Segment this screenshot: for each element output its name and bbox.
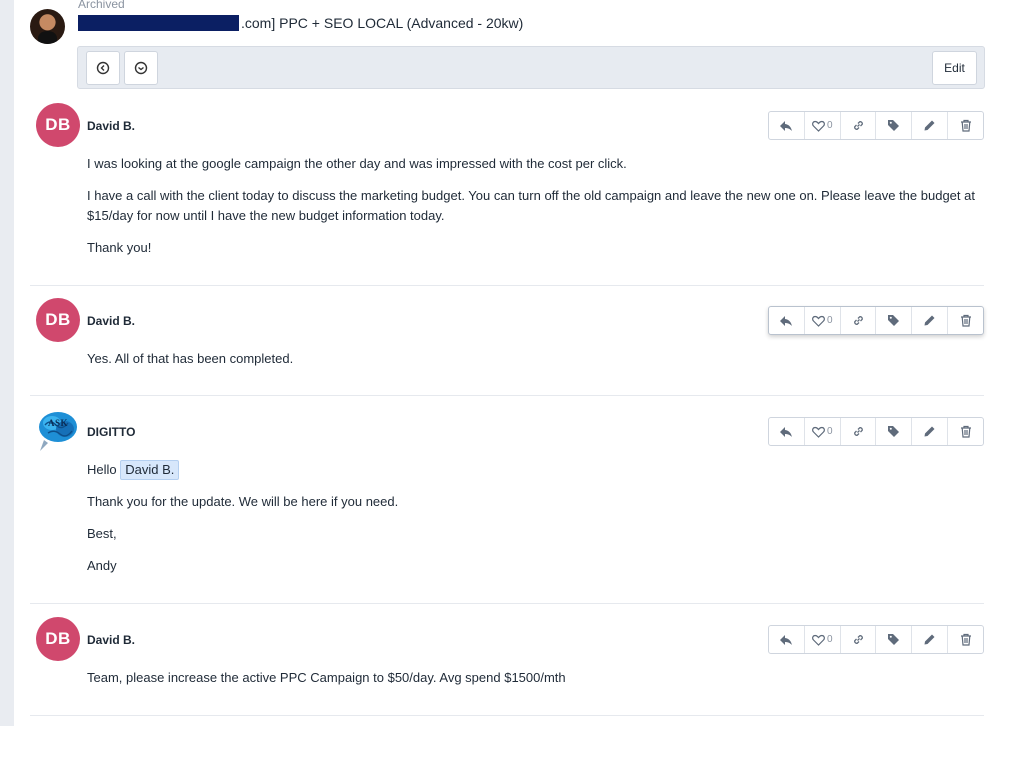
collapse-button[interactable]	[124, 51, 158, 85]
user-mention[interactable]: David B.	[120, 460, 180, 480]
edit-message-button[interactable]	[912, 418, 949, 445]
link-button[interactable]	[841, 418, 877, 445]
link-icon	[853, 635, 863, 644]
trash-icon	[960, 425, 971, 438]
message-author: David B.	[87, 314, 136, 328]
archived-label: Archived	[78, 0, 125, 11]
minus-circle-icon	[134, 61, 148, 75]
like-count: 0	[826, 634, 833, 645]
like-button[interactable]: 0	[805, 307, 841, 334]
tag-icon	[888, 426, 900, 437]
message-paragraph: Best,	[87, 526, 117, 541]
message-author: David B.	[87, 119, 136, 133]
like-button[interactable]: 0	[805, 418, 841, 445]
reply-button[interactable]	[769, 307, 805, 334]
reply-icon	[780, 426, 793, 437]
message-body: Team, please increase the active PPC Cam…	[87, 668, 984, 700]
conversation-title-text: .com] PPC + SEO LOCAL (Advanced - 20kw)	[241, 15, 524, 31]
delete-button[interactable]	[948, 307, 983, 334]
like-count: 0	[826, 315, 833, 326]
edit-message-button[interactable]	[912, 307, 949, 334]
greeting-text: Hello	[87, 462, 117, 477]
pencil-icon	[924, 120, 935, 131]
message-item: ASK DIGITTO 0 Hello David B. Thank you f…	[30, 407, 984, 604]
link-button[interactable]	[841, 626, 877, 653]
reply-button[interactable]	[769, 112, 805, 139]
message-actions: 0	[768, 111, 984, 140]
avatar: DB	[36, 103, 80, 147]
tag-button[interactable]	[876, 112, 913, 139]
message-paragraph: I was looking at the google campaign the…	[87, 156, 627, 171]
message-body: Hello David B. Thank you for the update.…	[87, 460, 984, 588]
message-paragraph: Thank you for the update. We will be her…	[87, 494, 399, 509]
message-author: David B.	[87, 633, 136, 647]
pencil-icon	[924, 634, 935, 645]
edit-button[interactable]: Edit	[932, 51, 977, 85]
message-item: DB David B. 0 Yes. All of that has been …	[30, 296, 984, 396]
link-button[interactable]	[841, 112, 877, 139]
delete-button[interactable]	[948, 418, 983, 445]
reply-icon	[780, 315, 793, 326]
reply-button[interactable]	[769, 626, 805, 653]
delete-button[interactable]	[948, 112, 983, 139]
brain-logo-icon: ASK	[39, 412, 77, 451]
message-item: DB David B. 0 I was looking at the googl…	[30, 101, 984, 286]
conversation-toolbar: Edit	[77, 46, 985, 89]
trash-icon	[960, 633, 971, 646]
tag-icon	[888, 120, 900, 131]
reply-icon	[780, 634, 793, 645]
redaction-bar	[78, 15, 239, 31]
link-icon	[853, 427, 863, 436]
logo-text: ASK	[48, 418, 68, 428]
like-count: 0	[826, 426, 833, 437]
tag-button[interactable]	[876, 626, 913, 653]
message-actions: 0	[768, 417, 984, 446]
delete-button[interactable]	[948, 626, 983, 653]
message-paragraph: I have a call with the client today to d…	[87, 188, 975, 223]
trash-icon	[960, 314, 971, 327]
pencil-icon	[924, 426, 935, 437]
tag-button[interactable]	[876, 307, 913, 334]
link-button[interactable]	[841, 307, 877, 334]
like-button[interactable]: 0	[805, 112, 841, 139]
message-body: Yes. All of that has been completed.	[87, 349, 984, 381]
edit-message-button[interactable]	[912, 112, 949, 139]
like-count: 0	[826, 120, 833, 131]
trash-icon	[960, 119, 971, 132]
conversation-title: .com] PPC + SEO LOCAL (Advanced - 20kw)	[78, 14, 523, 32]
company-logo: ASK	[36, 409, 80, 453]
heart-icon	[812, 315, 825, 327]
tag-button[interactable]	[876, 418, 913, 445]
message-item: DB David B. 0 Team, please increase the …	[30, 615, 984, 716]
message-paragraph: Yes. All of that has been completed.	[87, 351, 294, 366]
message-actions: 0	[768, 625, 984, 654]
pencil-icon	[924, 315, 935, 326]
reply-icon	[780, 120, 793, 131]
heart-icon	[812, 634, 825, 646]
link-icon	[853, 121, 863, 130]
owner-avatar	[30, 9, 65, 44]
back-button[interactable]	[86, 51, 120, 85]
avatar: DB	[36, 617, 80, 661]
avatar: DB	[36, 298, 80, 342]
link-icon	[853, 316, 863, 325]
message-paragraph: Hello David B.	[87, 460, 984, 480]
conversation-panel: Archived .com] PPC + SEO LOCAL (Advanced…	[14, 0, 1024, 766]
heart-icon	[812, 426, 825, 438]
arrow-left-circle-icon	[96, 61, 110, 75]
message-paragraph: Team, please increase the active PPC Cam…	[87, 670, 566, 685]
heart-icon	[812, 120, 825, 132]
message-author: DIGITTO	[87, 425, 136, 439]
tag-icon	[888, 315, 900, 326]
like-button[interactable]: 0	[805, 626, 841, 653]
reply-button[interactable]	[769, 418, 805, 445]
message-actions: 0	[768, 306, 984, 335]
edit-message-button[interactable]	[912, 626, 949, 653]
message-body: I was looking at the google campaign the…	[87, 154, 984, 270]
left-rail	[0, 0, 14, 726]
tag-icon	[888, 634, 900, 645]
message-paragraph: Thank you!	[87, 240, 152, 255]
message-paragraph: Andy	[87, 558, 117, 573]
